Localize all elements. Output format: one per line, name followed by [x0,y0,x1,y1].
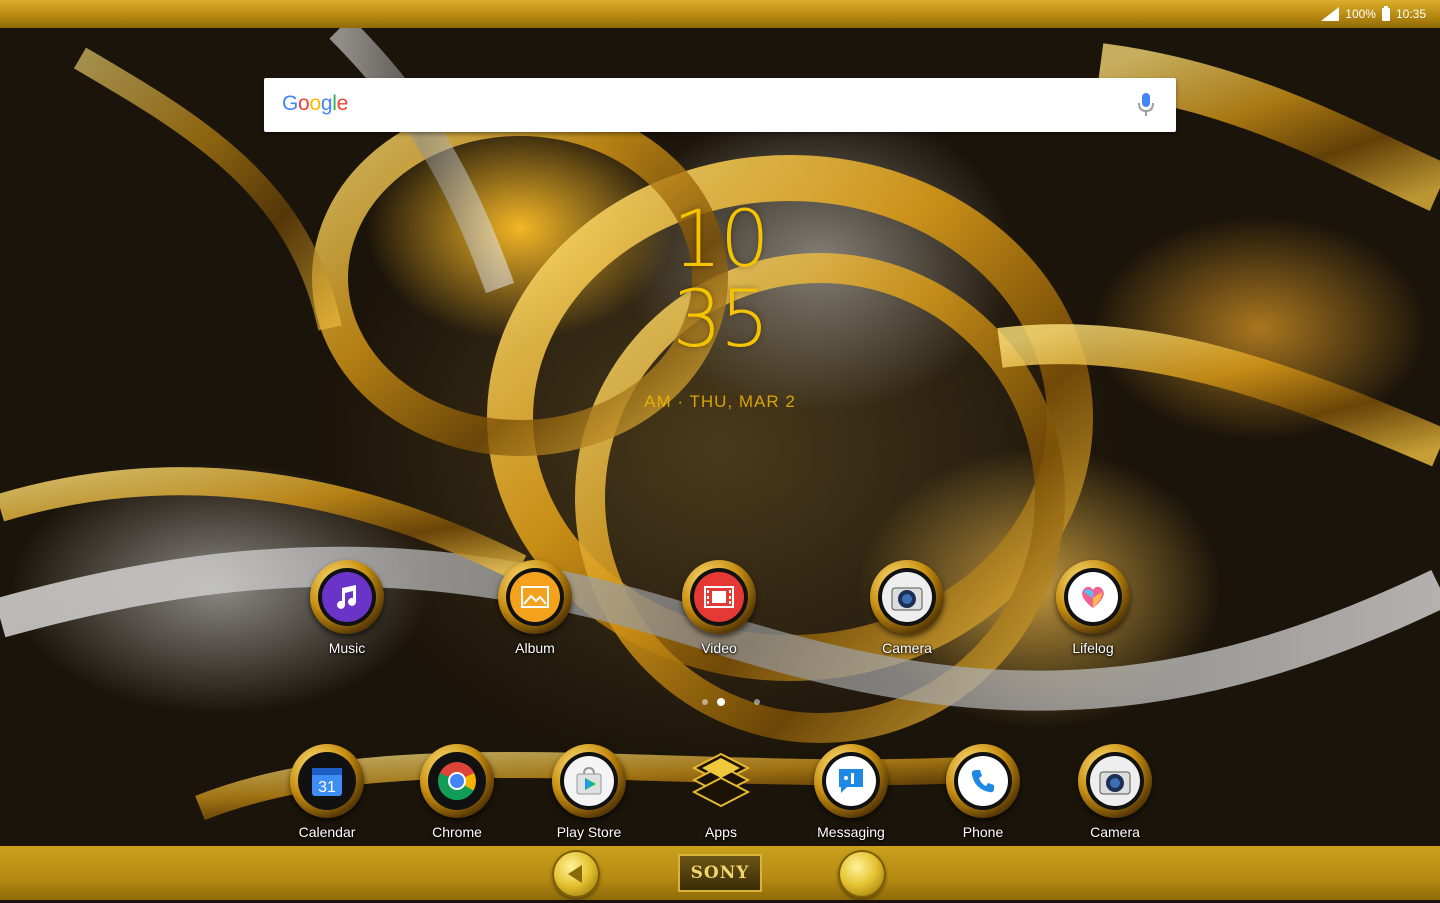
app-label: Camera [1090,824,1140,840]
dock-camera[interactable]: Camera [1060,744,1170,854]
calendar-icon: 31 [302,756,352,806]
dock-chrome[interactable]: Chrome [402,744,512,854]
app-album[interactable]: Album [480,560,590,670]
app-label: Camera [882,640,932,656]
heart-icon [1068,572,1118,622]
status-bar: 100% 10:35 [0,0,1440,28]
wallpaper-swirls [0,28,1440,821]
battery-percent: 100% [1345,7,1376,21]
back-button[interactable] [552,850,600,898]
clock-date: AM · THU, MAR 2 [644,392,796,411]
app-label: Lifelog [1072,640,1114,656]
play-store-icon [564,756,614,806]
picture-icon [510,572,560,622]
clock-minute: 35 [672,275,769,365]
status-time: 10:35 [1395,7,1426,21]
wallpaper [0,28,1440,846]
search-input[interactable] [374,90,1118,122]
back-icon [568,865,582,883]
page-dot[interactable] [754,699,760,705]
recents-button[interactable] [838,850,886,898]
navigation-bar: SONY [0,846,1440,900]
app-music[interactable]: Music [292,560,402,670]
app-label: Phone [962,824,1004,840]
page-dot[interactable] [702,699,708,705]
app-video[interactable]: Video [664,560,774,670]
home-button[interactable]: SONY [678,854,762,892]
app-label: Music [328,640,366,656]
dock-play-store[interactable]: Play Store [534,744,644,854]
signal-icon [1321,7,1340,21]
music-note-icon [322,572,372,622]
app-label: Calendar [298,824,356,840]
mic-icon[interactable] [1136,92,1156,118]
status-indicators: 100% 10:35 [1321,5,1426,23]
apps-drawer-icon [688,748,754,814]
calendar-day: 31 [318,779,336,796]
app-label: Album [515,640,555,656]
dock-calendar[interactable]: 31 Calendar [272,744,382,854]
dock-messaging[interactable]: Messaging [796,744,906,854]
camera-icon [1090,756,1140,806]
battery-icon [1381,5,1390,21]
page-dot-active[interactable] [717,698,725,706]
google-search-bar[interactable]: Google [264,78,1176,132]
dock-apps[interactable]: Apps [666,744,776,854]
app-label: Messaging [817,824,885,840]
phone-icon [958,756,1008,806]
camera-icon [882,572,932,622]
app-label: Apps [705,824,737,840]
chrome-icon [432,756,482,806]
clock-hour: 10 [672,195,769,285]
page-indicator [700,697,780,707]
app-label: Chrome [432,824,482,840]
app-label: Play Store [556,824,622,840]
dock-phone[interactable]: Phone [928,744,1038,854]
app-lifelog[interactable]: Lifelog [1038,560,1148,670]
recents-icon [838,850,886,898]
message-icon [826,756,876,806]
home-button-label: SONY [690,863,750,883]
clock-widget[interactable]: 10 35 [640,200,800,360]
app-camera[interactable]: Camera [852,560,962,670]
app-label: Video [701,640,737,656]
google-logo: Google [282,92,348,115]
film-icon [694,572,744,622]
